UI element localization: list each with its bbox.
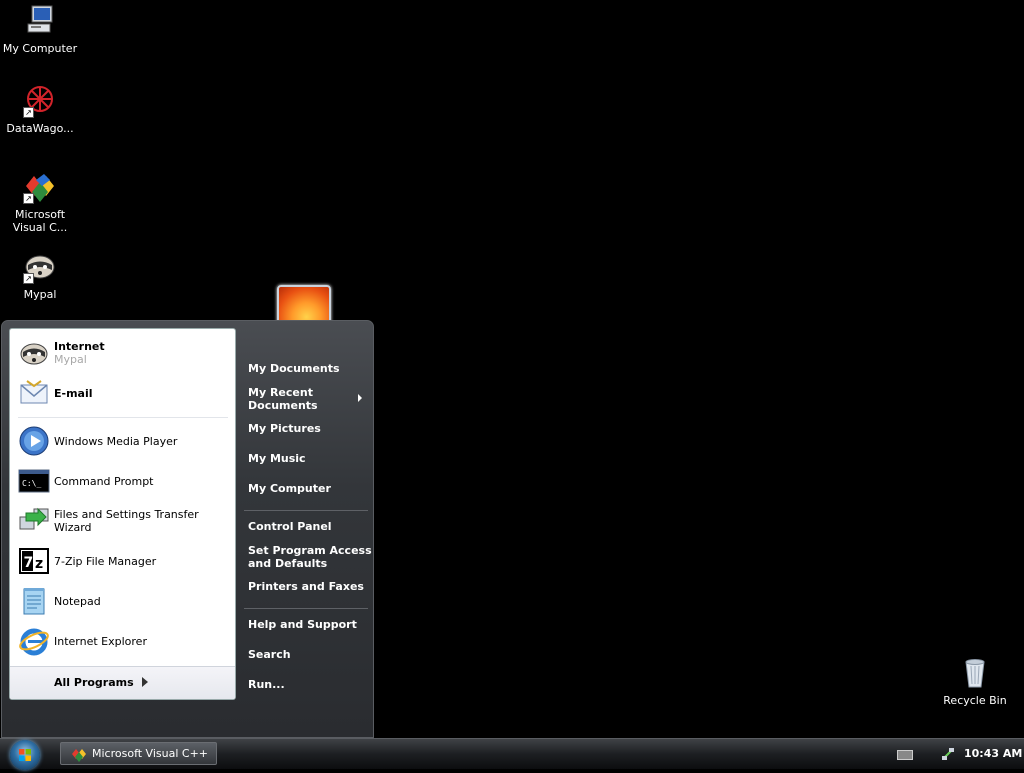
notepad-icon	[18, 585, 50, 617]
link-my-documents[interactable]: My Documents	[248, 362, 340, 375]
link-my-pictures[interactable]: My Pictures	[248, 422, 321, 435]
recent-item-label: Command Prompt	[54, 474, 154, 488]
raccoon-icon	[18, 337, 50, 369]
computer-icon	[23, 4, 57, 38]
recent-item-notepad[interactable]: Notepad	[10, 583, 235, 619]
taskbar-button-label: Microsoft Visual C++	[92, 747, 209, 760]
datawago-icon: ↗	[23, 84, 57, 118]
clock[interactable]: 10:43 AM	[964, 747, 1022, 760]
desktop-icon-label: Microsoft Visual C...	[12, 208, 68, 234]
taskbar: Microsoft Visual C++ 10:43 AM	[0, 738, 1024, 770]
recent-item-label: Files and Settings Transfer Wizard	[54, 508, 199, 534]
recent-item-label: Windows Media Player	[54, 434, 178, 448]
chevron-right-icon	[358, 394, 362, 402]
link-run[interactable]: Run...	[248, 678, 285, 691]
pinned-item-title: Internet	[54, 340, 105, 353]
link-my-recent-documents[interactable]: My Recent Documents	[248, 386, 318, 412]
recycle-bin-icon	[958, 656, 992, 690]
pinned-item-subtitle: Mypal	[54, 353, 87, 366]
recent-item-command-prompt[interactable]: C:\_ Command Prompt	[10, 463, 235, 499]
recent-item-label: Internet Explorer	[54, 634, 147, 648]
desktop-icon-label: Mypal	[23, 288, 57, 301]
desktop-icon-mypal[interactable]: ↗ Mypal	[0, 250, 80, 301]
svg-text:z: z	[35, 556, 43, 572]
recent-item-transfer-wizard[interactable]: Files and Settings Transfer Wizard	[10, 503, 235, 539]
svg-text:C:\_: C:\_	[22, 479, 41, 488]
start-button[interactable]	[10, 740, 40, 770]
all-programs-label: All Programs	[54, 676, 134, 689]
keyboard-icon[interactable]	[897, 750, 913, 760]
recent-item-windows-media-player[interactable]: Windows Media Player	[10, 423, 235, 459]
desktop-icon-recycle-bin[interactable]: Recycle Bin	[935, 656, 1015, 707]
link-help-and-support[interactable]: Help and Support	[248, 618, 357, 631]
network-icon[interactable]	[941, 747, 955, 761]
link-search[interactable]: Search	[248, 648, 291, 661]
command-prompt-icon: C:\_	[18, 465, 50, 497]
chevron-right-icon	[142, 677, 148, 687]
pinned-item-email[interactable]: E-mail	[10, 375, 235, 411]
visual-cpp-icon	[72, 748, 86, 762]
transfer-wizard-icon	[18, 505, 50, 537]
svg-text:7: 7	[24, 555, 34, 571]
link-printers-and-faxes[interactable]: Printers and Faxes	[248, 580, 364, 593]
desktop-icon-label: DataWago...	[6, 122, 74, 135]
windows-logo-icon	[19, 749, 31, 761]
link-my-computer[interactable]: My Computer	[248, 482, 331, 495]
desktop-icon-datawago[interactable]: ↗ DataWago...	[0, 84, 80, 135]
envelope-icon	[18, 377, 50, 409]
start-menu-programs-pane: Internet Mypal E-mail Windows Media Play…	[9, 328, 236, 700]
7zip-icon: 7 z	[18, 545, 50, 577]
shortcut-arrow-icon: ↗	[23, 107, 34, 118]
visual-cpp-icon: ↗	[23, 170, 57, 204]
separator	[244, 510, 368, 511]
pinned-separator	[18, 417, 228, 418]
shortcut-arrow-icon: ↗	[23, 273, 34, 284]
raccoon-icon: ↗	[23, 250, 57, 284]
link-control-panel[interactable]: Control Panel	[248, 520, 332, 533]
recent-item-label: 7-Zip File Manager	[54, 554, 157, 568]
recent-item-internet-explorer[interactable]: Internet Explorer	[10, 623, 235, 659]
recent-item-label: Notepad	[54, 594, 101, 608]
recent-item-7zip[interactable]: 7 z 7-Zip File Manager	[10, 543, 235, 579]
link-set-program-access[interactable]: Set Program Access and Defaults	[248, 544, 372, 570]
desktop-icon-visual-cpp[interactable]: ↗ Microsoft Visual C...	[0, 170, 80, 234]
shortcut-arrow-icon: ↗	[23, 193, 34, 204]
pinned-item-internet[interactable]: Internet Mypal	[10, 335, 235, 371]
desktop-icon-label: Recycle Bin	[943, 694, 1007, 707]
media-player-icon	[18, 425, 50, 457]
internet-explorer-icon	[18, 625, 50, 657]
pinned-item-title: E-mail	[54, 386, 93, 400]
all-programs-button[interactable]: All Programs	[10, 666, 235, 699]
desktop-icon-label: My Computer	[2, 42, 78, 55]
separator	[244, 608, 368, 609]
link-my-music[interactable]: My Music	[248, 452, 306, 465]
taskbar-button-visual-cpp[interactable]: Microsoft Visual C++	[60, 742, 217, 765]
desktop-icon-my-computer[interactable]: My Computer	[0, 4, 80, 55]
start-menu: Internet Mypal E-mail Windows Media Play…	[1, 320, 374, 738]
